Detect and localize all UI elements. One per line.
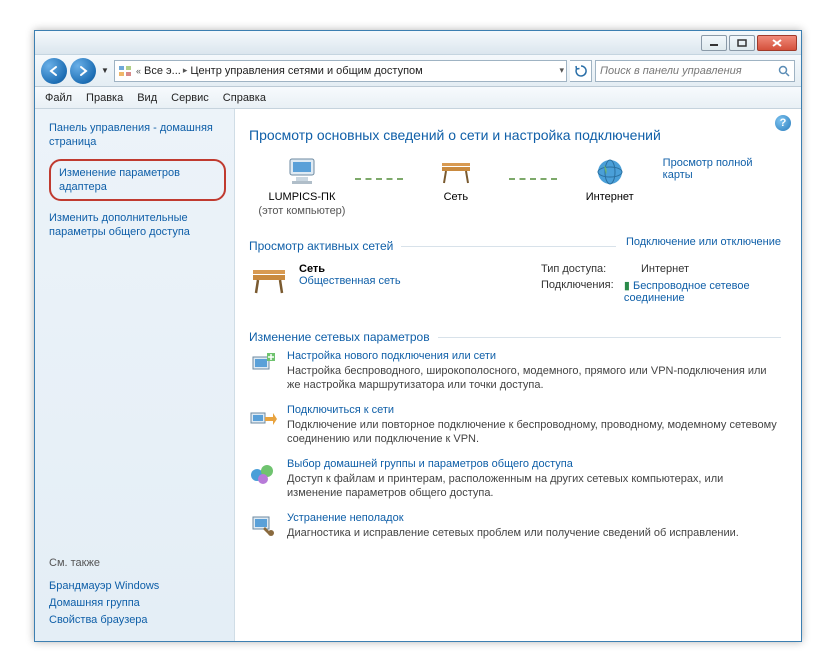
forward-button[interactable] — [70, 58, 96, 84]
sidebar-firewall-link[interactable]: Брандмауэр Windows — [49, 580, 226, 592]
menu-view[interactable]: Вид — [137, 92, 157, 104]
refresh-button[interactable] — [570, 60, 592, 82]
homegroup-icon — [249, 458, 277, 486]
map-node-internet: Интернет — [557, 157, 663, 203]
page-title: Просмотр основных сведений о сети и наст… — [249, 127, 781, 143]
search-input[interactable]: Поиск в панели управления — [595, 60, 795, 82]
bench-icon — [438, 157, 474, 187]
item-troubleshoot[interactable]: Устранение неполадокДиагностика и исправ… — [249, 512, 781, 540]
sidebar: Панель управления - домашняя страница Из… — [35, 109, 235, 641]
section-change-settings: Изменение сетевых параметров — [249, 330, 781, 344]
connect-disconnect-link[interactable]: Подключение или отключение — [626, 236, 781, 248]
menu-help[interactable]: Справка — [223, 92, 266, 104]
sidebar-sharing-link[interactable]: Изменить дополнительные параметры общего… — [49, 211, 226, 239]
full-map-link[interactable]: Просмотр полной карты — [663, 157, 753, 181]
connect-network-icon — [249, 404, 277, 432]
address-dropdown[interactable]: ▾ — [559, 65, 564, 76]
network-type-link[interactable]: Общественная сеть — [299, 275, 401, 287]
connections-link[interactable]: ▮Беспроводное сетевое соединение — [624, 279, 781, 304]
sidebar-home-link[interactable]: Панель управления - домашняя страница — [49, 121, 226, 149]
map-link-line — [355, 178, 403, 180]
connections-label: Подключения: — [541, 279, 624, 304]
sidebar-homegroup-link[interactable]: Домашняя группа — [49, 597, 226, 609]
globe-icon — [594, 157, 626, 187]
address-bar[interactable]: « Все э... ▸ Центр управления сетями и о… — [114, 60, 567, 82]
item-new-connection[interactable]: Настройка нового подключения или сетиНас… — [249, 350, 781, 392]
search-placeholder: Поиск в панели управления — [600, 65, 742, 77]
sidebar-adapter-settings-link[interactable]: Изменение параметров адаптера — [49, 159, 226, 201]
maximize-button[interactable] — [729, 35, 755, 51]
control-panel-window: ▼ « Все э... ▸ Центр управления сетями и… — [34, 30, 802, 642]
content-pane: ? Просмотр основных сведений о сети и на… — [235, 109, 801, 641]
new-connection-icon — [249, 350, 277, 378]
titlebar — [35, 31, 801, 55]
network-name: Сеть — [299, 263, 401, 275]
close-button[interactable] — [757, 35, 797, 51]
section-active-networks: Просмотр активных сетей — [249, 239, 616, 253]
item-homegroup[interactable]: Выбор домашней группы и параметров общег… — [249, 458, 781, 500]
access-type-value: Интернет — [641, 263, 689, 275]
map-node-network: Сеть — [403, 157, 509, 203]
map-link-line — [509, 178, 557, 180]
sidebar-see-also-label: См. также — [49, 557, 226, 569]
active-network-block: Сеть Общественная сеть Тип доступа:Интер… — [249, 259, 781, 316]
control-panel-icon — [117, 63, 133, 79]
body: Панель управления - домашняя страница Из… — [35, 109, 801, 641]
breadcrumb-seg-1[interactable]: Все э... ▸ — [144, 65, 187, 77]
back-button[interactable] — [41, 58, 67, 84]
menu-edit[interactable]: Правка — [86, 92, 123, 104]
sidebar-browser-link[interactable]: Свойства браузера — [49, 614, 226, 626]
minimize-button[interactable] — [701, 35, 727, 51]
map-node-pc: LUMPICS-ПК (этот компьютер) — [249, 157, 355, 217]
nav-row: ▼ « Все э... ▸ Центр управления сетями и… — [35, 55, 801, 87]
computer-icon — [284, 157, 320, 187]
network-map: LUMPICS-ПК (этот компьютер) Сеть Интерне… — [249, 157, 781, 217]
bench-icon — [249, 263, 289, 297]
access-type-label: Тип доступа: — [541, 263, 641, 275]
menu-service[interactable]: Сервис — [171, 92, 209, 104]
change-settings-list: Настройка нового подключения или сетиНас… — [249, 350, 781, 540]
nav-history-dropdown[interactable]: ▼ — [99, 66, 111, 75]
item-connect-network[interactable]: Подключиться к сетиПодключение или повто… — [249, 404, 781, 446]
menu-bar: Файл Правка Вид Сервис Справка — [35, 87, 801, 109]
signal-icon: ▮ — [624, 280, 630, 292]
troubleshoot-icon — [249, 512, 277, 540]
menu-file[interactable]: Файл — [45, 92, 72, 104]
breadcrumb-chevron: « — [136, 66, 141, 76]
help-icon[interactable]: ? — [775, 115, 791, 131]
search-icon — [778, 65, 790, 77]
breadcrumb-seg-2[interactable]: Центр управления сетями и общим доступом — [190, 65, 422, 77]
